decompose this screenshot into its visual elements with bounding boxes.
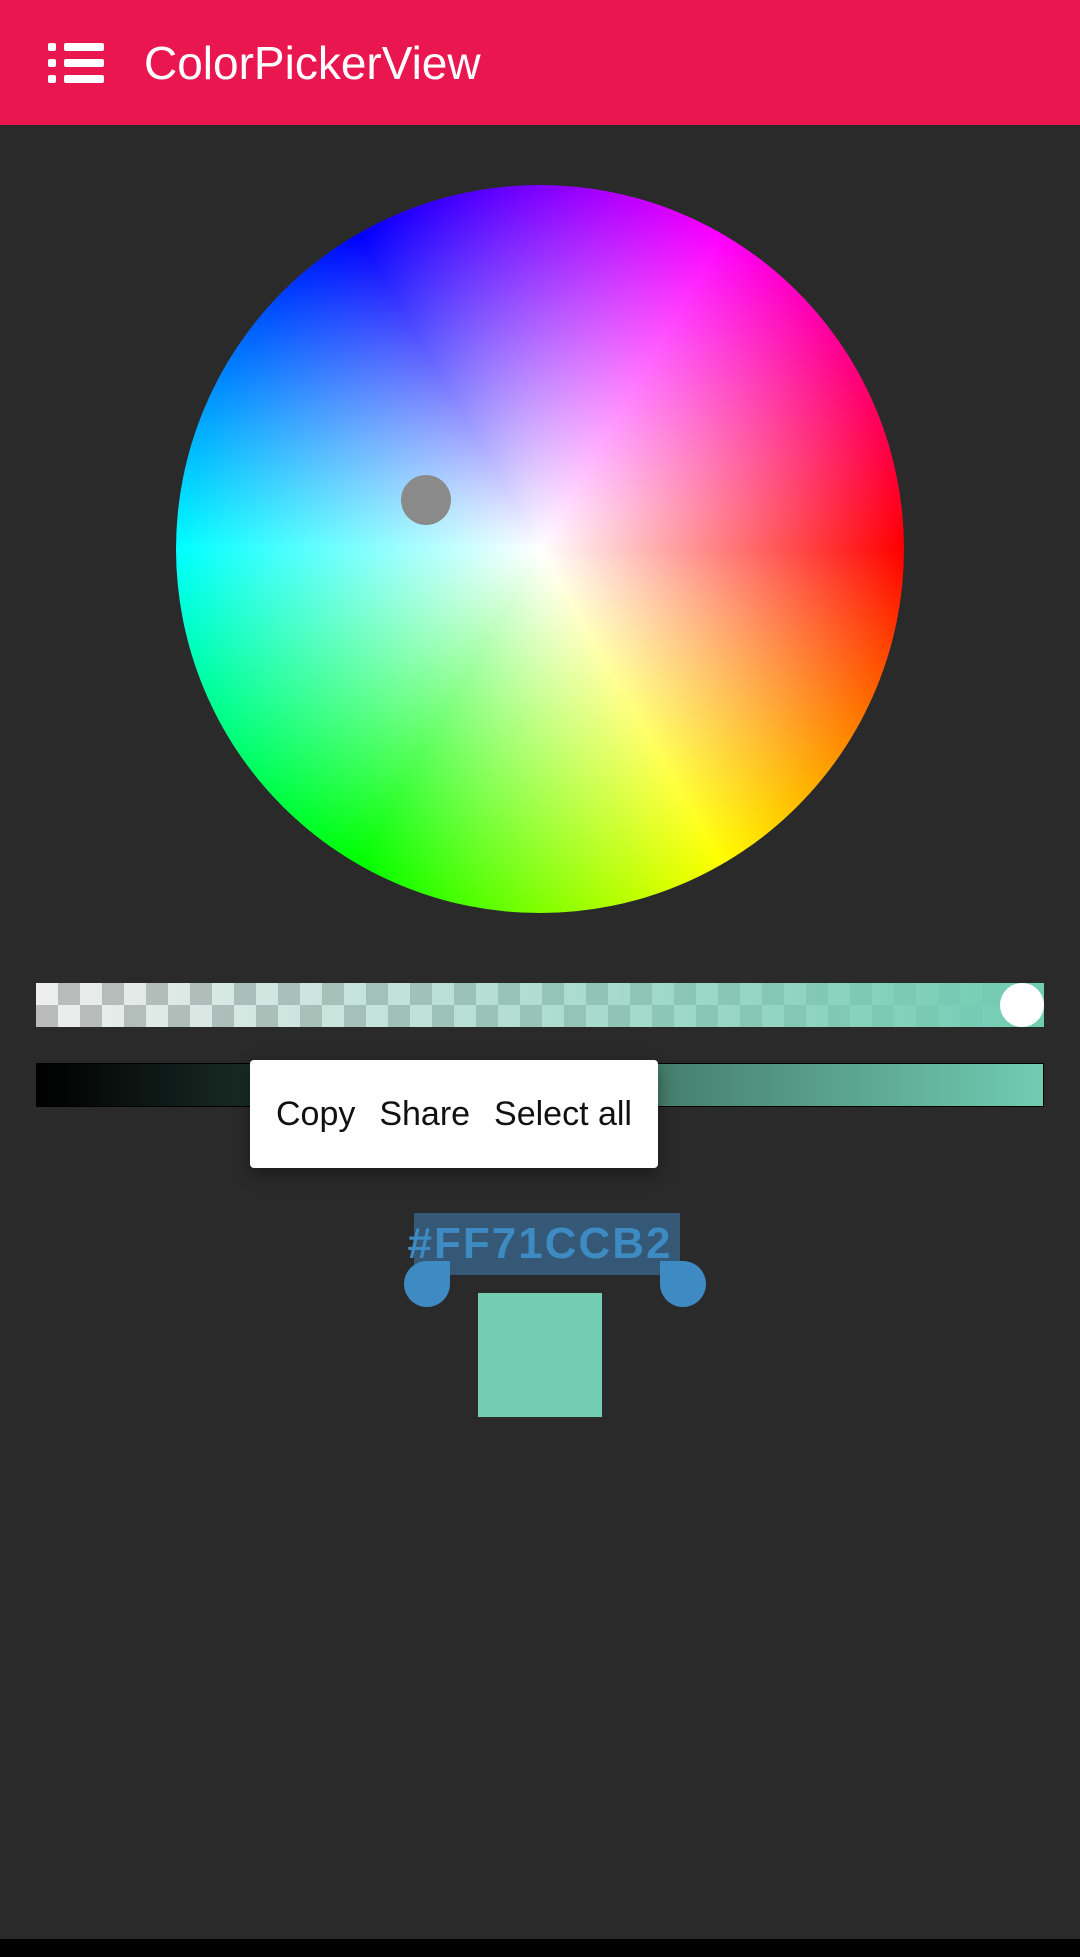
color-wheel-surface[interactable] — [176, 185, 904, 913]
menu-share[interactable]: Share — [373, 1087, 476, 1142]
app-title: ColorPickerView — [144, 36, 481, 90]
alpha-slider-track[interactable] — [36, 983, 1044, 1027]
alpha-slider[interactable] — [36, 983, 1044, 1027]
main-content: Copy Share Select all #FF71CCB2 — [0, 125, 1080, 1957]
app-header: ColorPickerView — [0, 0, 1080, 125]
color-wheel[interactable] — [176, 185, 904, 913]
menu-copy[interactable]: Copy — [270, 1087, 361, 1142]
text-context-menu: Copy Share Select all — [250, 1060, 658, 1168]
color-swatch — [478, 1293, 602, 1417]
hex-value[interactable]: #FF71CCB2 — [400, 1217, 681, 1271]
alpha-slider-thumb[interactable] — [1000, 983, 1044, 1027]
color-wheel-handle[interactable] — [401, 475, 451, 525]
menu-select-all[interactable]: Select all — [488, 1087, 638, 1142]
color-output-area: #FF71CCB2 — [400, 1217, 681, 1417]
nav-bar-strip — [0, 1939, 1080, 1957]
menu-icon[interactable] — [48, 43, 104, 83]
hex-value-wrap[interactable]: #FF71CCB2 — [400, 1217, 681, 1271]
